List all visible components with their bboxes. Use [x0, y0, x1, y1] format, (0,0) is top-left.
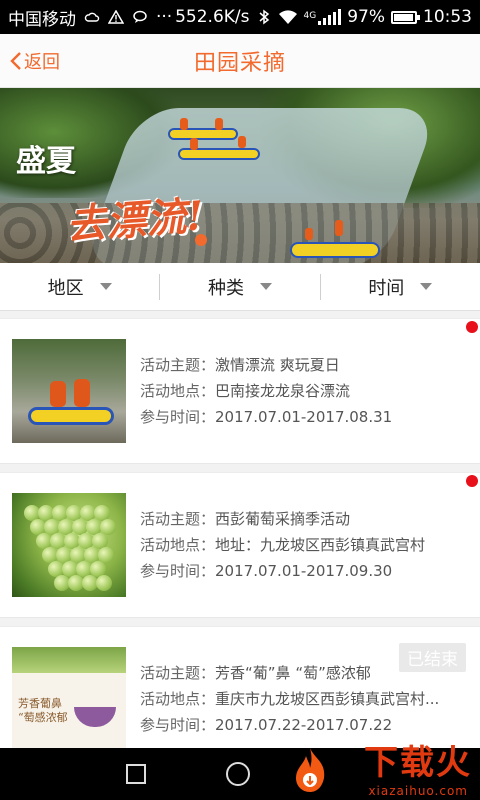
time-label: 参与时间： — [140, 408, 216, 426]
time-label: 参与时间： — [140, 562, 216, 580]
activity-card[interactable]: 活动主题：激情漂流 爽玩夏日 活动地点：巴南接龙龙泉谷漂流 参与时间：2017.… — [0, 318, 480, 464]
rafter-image — [335, 220, 343, 236]
activity-place: 地址：九龙坡区西彭镇真武宫村 — [215, 536, 426, 554]
warning-icon — [108, 10, 124, 24]
activity-list: 活动主题：激情漂流 爽玩夏日 活动地点：巴南接龙龙泉谷漂流 参与时间：2017.… — [0, 318, 480, 780]
activity-time: 2017.07.22-2017.07.22 — [215, 716, 393, 734]
battery-percent: 97% — [347, 7, 385, 27]
activity-card[interactable]: 活动主题：西彭葡萄采摘季活动 活动地点：地址：九龙坡区西彭镇真武宫村 参与时间：… — [0, 472, 480, 618]
watermark: 下载火 xiazaihuo.com — [280, 742, 480, 800]
recents-button[interactable] — [126, 764, 146, 784]
status-bar: 中国移动 ··· 552.6K/s 4G 97% 10:53 — [0, 0, 480, 34]
app-header: 返回 田园采摘 — [0, 34, 480, 88]
message-icon — [133, 10, 147, 23]
new-indicator-dot — [466, 475, 478, 487]
activity-theme: 激情漂流 爽玩夏日 — [215, 356, 340, 374]
activity-place: 重庆市九龙坡区西彭镇真武宫村... — [215, 690, 440, 708]
page-title: 田园采摘 — [193, 50, 286, 76]
caret-down-icon — [420, 283, 433, 290]
place-label: 活动地点： — [140, 690, 216, 708]
activity-thumbnail — [12, 493, 126, 597]
promo-banner[interactable]: 盛夏 去漂流! — [0, 88, 480, 263]
filter-time[interactable]: 时间 — [319, 273, 480, 300]
filter-region[interactable]: 地区 — [0, 274, 159, 300]
activity-time: 2017.07.01-2017.08.31 — [215, 408, 393, 426]
activity-thumbnail: 芳香葡鼻 “萄感浓郁 — [12, 647, 126, 751]
weather-icon — [84, 12, 100, 22]
raft-image — [168, 128, 238, 140]
filter-label: 种类 — [207, 277, 244, 299]
poster-text: 芳香葡鼻 “萄感浓郁 — [18, 697, 68, 724]
caret-down-icon — [259, 283, 272, 290]
filter-label: 时间 — [368, 277, 405, 299]
activity-time: 2017.07.01-2017.09.30 — [215, 562, 393, 580]
bluetooth-icon — [259, 9, 269, 25]
more-icon: ··· — [156, 7, 173, 27]
activity-thumbnail — [12, 339, 126, 443]
wifi-icon — [278, 10, 297, 24]
theme-label: 活动主题： — [140, 664, 216, 682]
rafter-image — [215, 118, 223, 130]
clock: 10:53 — [423, 7, 472, 27]
raft-image — [290, 242, 380, 258]
network-speed: 552.6K/s — [175, 7, 250, 27]
theme-label: 活动主题： — [140, 510, 216, 528]
filter-category[interactable]: 种类 — [159, 273, 319, 300]
place-label: 活动地点： — [140, 536, 216, 554]
flame-logo-icon — [296, 748, 325, 792]
filter-bar: 地区 种类 时间 — [0, 263, 480, 311]
grape-decoration — [96, 575, 112, 591]
battery-fill — [394, 13, 413, 21]
place-label: 活动地点： — [140, 382, 216, 400]
new-indicator-dot — [466, 321, 478, 333]
rafter-image — [238, 136, 246, 148]
activity-place: 巴南接龙龙泉谷漂流 — [215, 382, 351, 400]
caret-down-icon — [99, 283, 112, 290]
banner-page-indicator[interactable] — [195, 234, 207, 246]
back-button[interactable]: 返回 — [10, 34, 60, 88]
battery-icon — [391, 10, 420, 24]
activity-theme: 芳香“葡”鼻 “萄”感浓郁 — [215, 664, 371, 682]
raft-image — [178, 148, 260, 160]
watermark-url: xiazaihuo.com — [368, 784, 468, 798]
watermark-text: 下载火 — [364, 743, 472, 783]
chevron-left-icon — [10, 52, 21, 70]
rafter-image — [180, 118, 188, 130]
filter-label: 地区 — [47, 277, 84, 299]
banner-subtitle: 去漂流! — [64, 192, 206, 249]
banner-title: 盛夏 — [16, 144, 76, 179]
time-label: 参与时间： — [140, 716, 216, 734]
signal-icon — [318, 9, 342, 25]
rafter-image — [190, 138, 198, 150]
activity-theme: 西彭葡萄采摘季活动 — [215, 510, 351, 528]
back-label: 返回 — [24, 52, 60, 73]
rafter-image — [305, 228, 313, 240]
theme-label: 活动主题： — [140, 356, 216, 374]
network-type: 4G — [303, 11, 317, 21]
ended-badge: 已结束 — [399, 643, 466, 672]
carrier-label: 中国移动 — [8, 9, 76, 30]
home-button[interactable] — [226, 762, 250, 786]
